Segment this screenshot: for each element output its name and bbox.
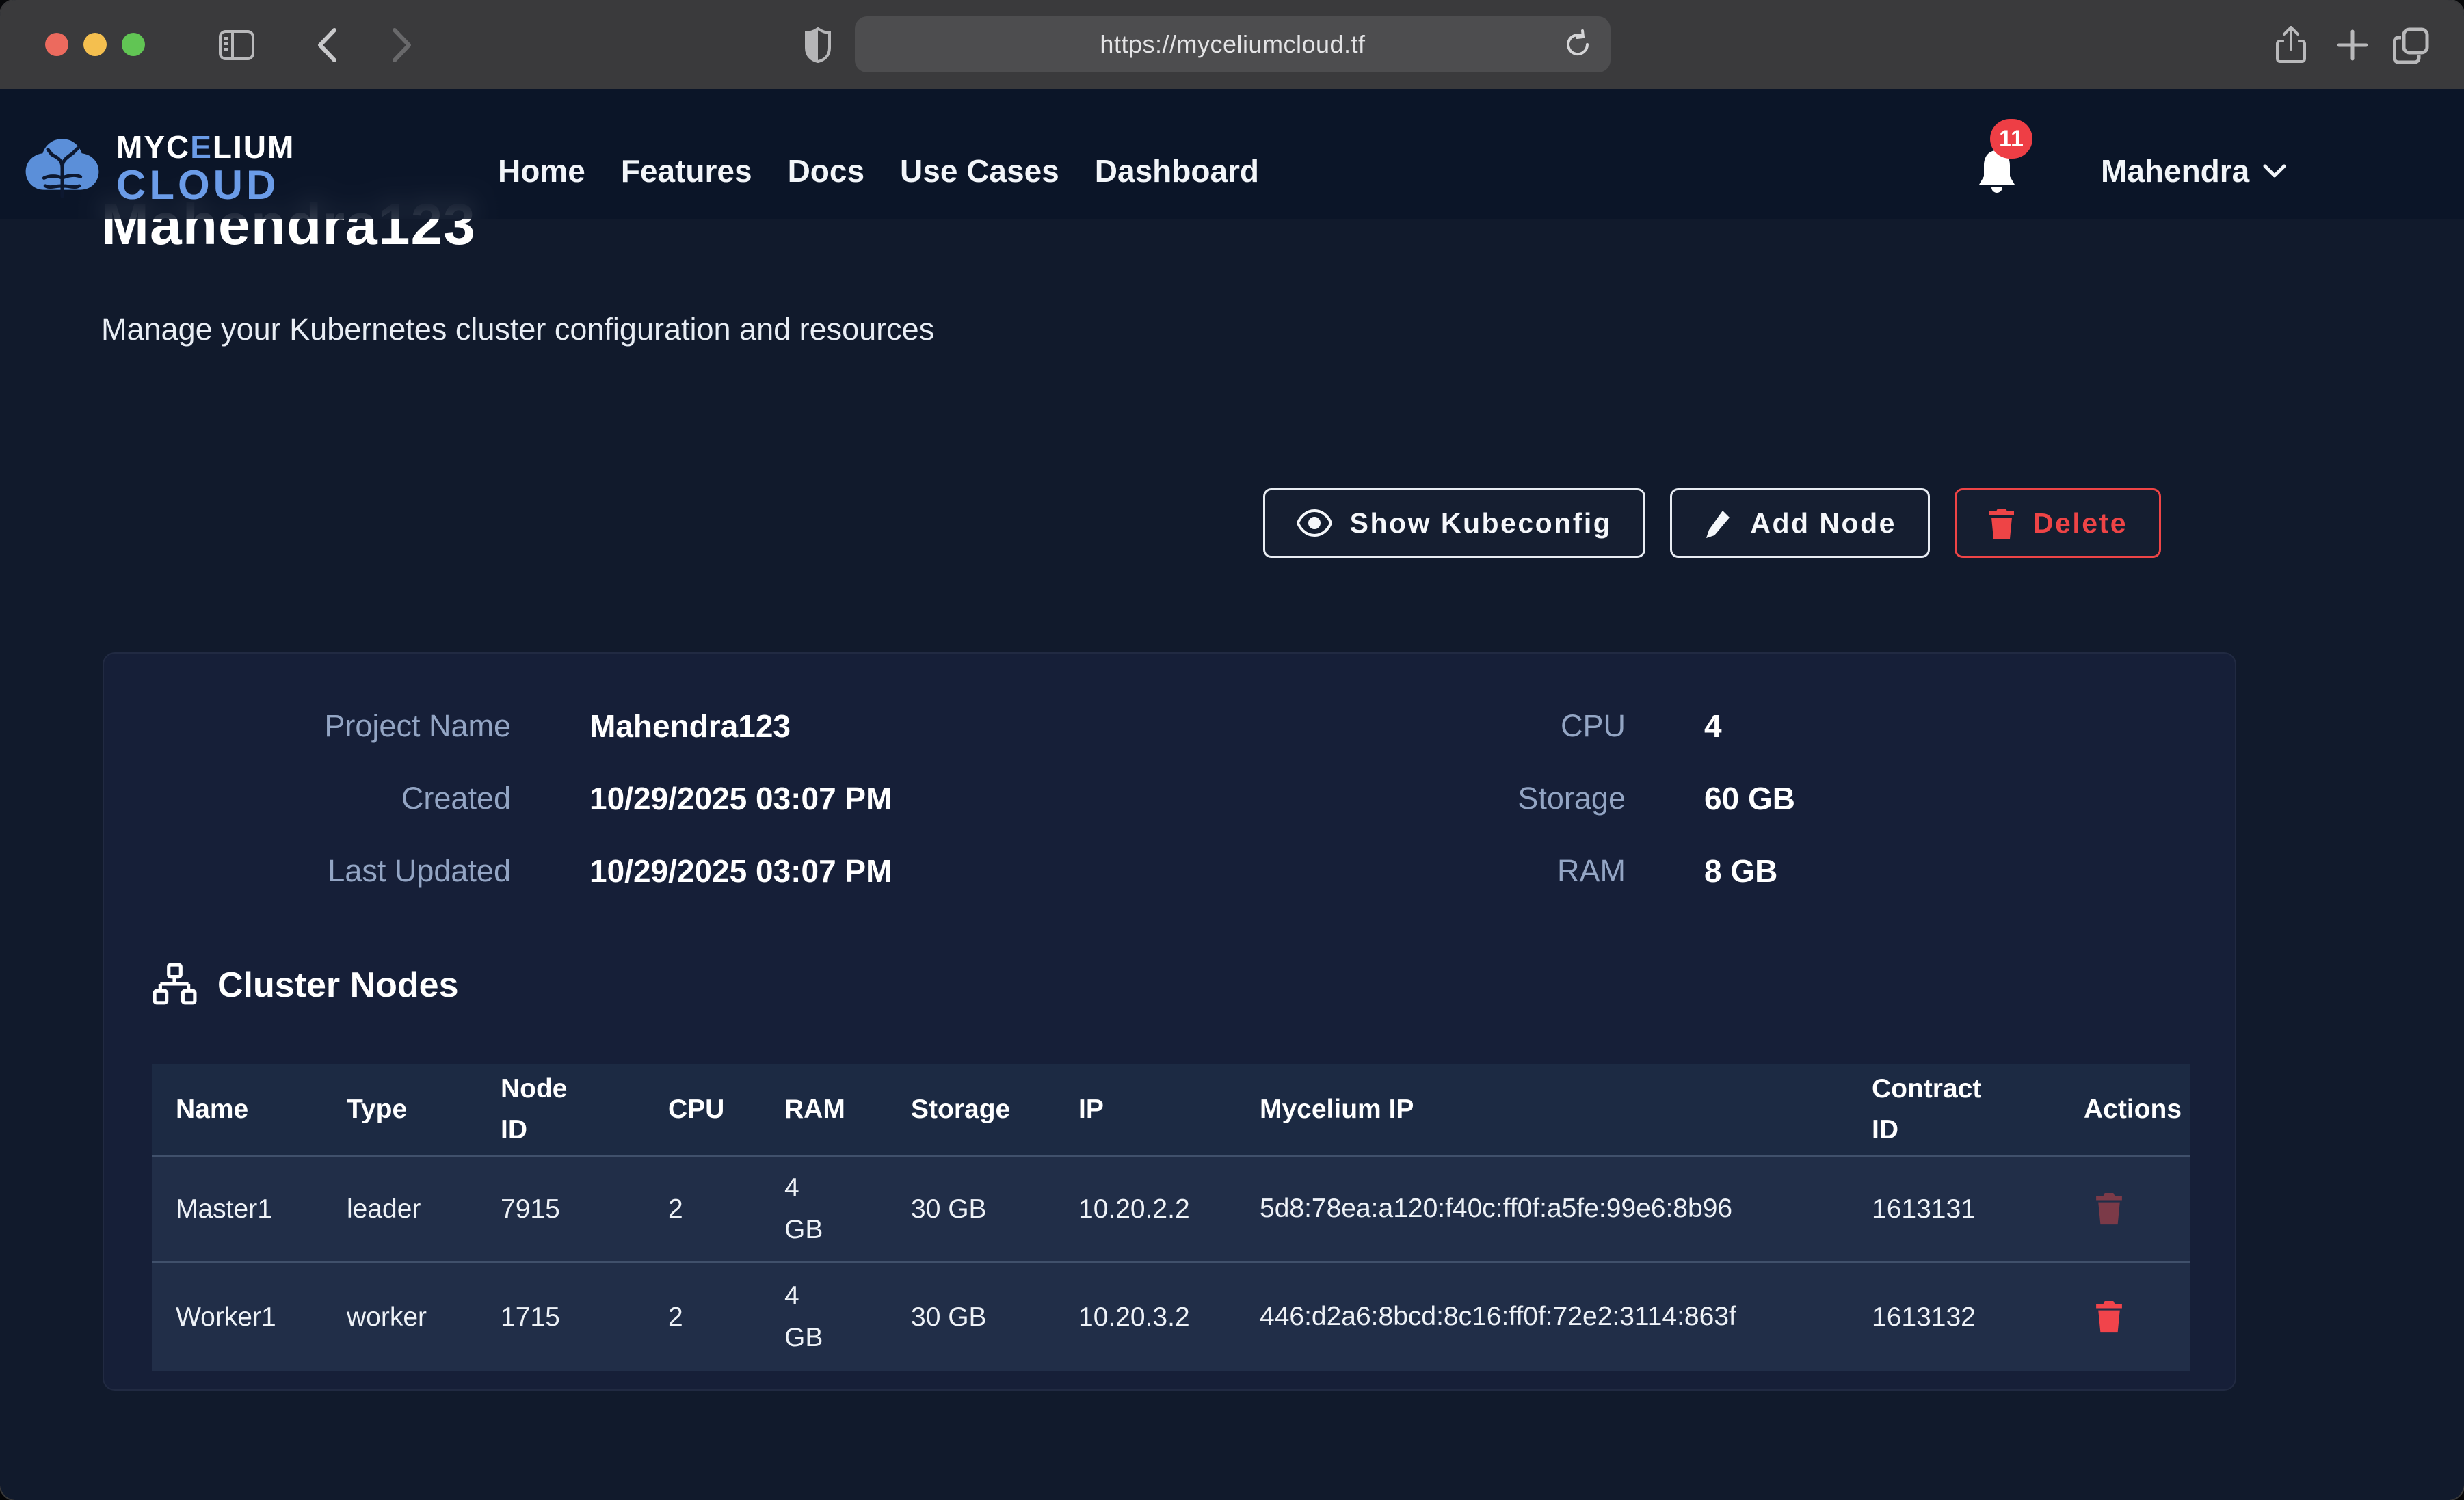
pencil-icon <box>1704 508 1732 538</box>
delete-node-button[interactable] <box>2084 1295 2123 1335</box>
mycelium-cloud-logo-icon <box>21 129 104 212</box>
browser-window: https://myceliumcloud.tf Mah <box>0 0 2464 1500</box>
cell-cpu: 2 <box>644 1262 760 1371</box>
show-kubeconfig-button[interactable]: Show Kubeconfig <box>1263 488 1646 558</box>
cluster-details-card: Project Name Mahendra123 CPU 4 Created 1… <box>103 652 2236 1391</box>
col-header-node-id: Node ID <box>477 1064 644 1156</box>
cell-mycelium-ip: 5d8:78ea:a120:f40c:ff0f:a5fe:99e6:8b96 <box>1236 1156 1848 1262</box>
table-row: Master1 leader 7915 2 4 GB 30 GB 10.20.2… <box>152 1156 2190 1262</box>
brand-line2: CLOUD <box>116 161 295 209</box>
notification-count-badge: 11 <box>1990 119 2032 159</box>
page-body: Mahendra123 MYCELIUM CLOUD Home Features… <box>0 89 2464 1500</box>
project-name-label: Project Name <box>152 706 511 747</box>
ram-label: RAM <box>1270 851 1626 892</box>
col-header-storage: Storage <box>887 1064 1055 1156</box>
cell-actions <box>2060 1262 2190 1371</box>
minimize-window-button[interactable] <box>83 33 107 56</box>
url-text: https://myceliumcloud.tf <box>1100 30 1365 59</box>
col-header-ram: RAM <box>760 1064 887 1156</box>
browser-chrome: https://myceliumcloud.tf <box>0 0 2464 89</box>
brand-text: MYCELIUM CLOUD <box>116 129 295 209</box>
sidebar-toggle-icon[interactable] <box>217 26 256 64</box>
new-tab-icon[interactable] <box>2333 26 2372 64</box>
table-header-row: Name Type Node ID CPU RAM Storage IP Myc… <box>152 1064 2190 1156</box>
cpu-value: 4 <box>1626 706 2173 747</box>
trash-icon <box>2095 1299 2123 1333</box>
share-icon[interactable] <box>2272 26 2310 64</box>
created-label: Created <box>152 778 511 819</box>
privacy-shield-icon[interactable] <box>799 26 837 64</box>
main-nav: Home Features Docs Use Cases Dashboard <box>498 152 1259 190</box>
cell-mycelium-ip: 446:d2a6:8bcd:8c16:ff0f:72e2:3114:863f <box>1236 1262 1848 1371</box>
cell-node-id: 1715 <box>477 1262 644 1371</box>
cluster-nodes-header: Cluster Nodes <box>152 963 459 1008</box>
cluster-nodes-title: Cluster Nodes <box>217 965 459 1006</box>
project-name-value: Mahendra123 <box>511 706 1270 747</box>
cell-contract-id: 1613132 <box>1848 1262 2060 1371</box>
trash-icon <box>2095 1191 2123 1225</box>
storage-value: 60 GB <box>1626 778 2173 819</box>
cell-storage: 30 GB <box>887 1262 1055 1371</box>
zoom-window-button[interactable] <box>122 33 145 56</box>
delete-node-button[interactable] <box>2084 1187 2123 1227</box>
eye-icon <box>1297 509 1332 537</box>
brand-line1: MYCELIUM <box>116 129 295 165</box>
add-node-button[interactable]: Add Node <box>1670 488 1930 558</box>
cell-ip: 10.20.2.2 <box>1055 1156 1236 1262</box>
col-header-actions: Actions <box>2060 1064 2190 1156</box>
col-header-cpu: CPU <box>644 1064 760 1156</box>
cell-type: worker <box>323 1262 477 1371</box>
col-header-mycelium-ip: Mycelium IP <box>1236 1064 1848 1156</box>
cpu-label: CPU <box>1270 706 1626 747</box>
cell-cpu: 2 <box>644 1156 760 1262</box>
address-bar[interactable]: https://myceliumcloud.tf <box>855 16 1611 72</box>
brand-logo[interactable]: MYCELIUM CLOUD <box>21 129 295 212</box>
created-value: 10/29/2025 03:07 PM <box>511 778 1270 819</box>
cell-contract-id: 1613131 <box>1848 1156 2060 1262</box>
cell-ip: 10.20.3.2 <box>1055 1262 1236 1371</box>
col-header-ip: IP <box>1055 1064 1236 1156</box>
nav-link-features[interactable]: Features <box>621 152 752 189</box>
reload-icon[interactable] <box>1560 27 1595 62</box>
cluster-actions: Show Kubeconfig Add Node Delete <box>1263 488 2161 558</box>
cell-name: Master1 <box>152 1156 323 1262</box>
table-row: Worker1 worker 1715 2 4 GB 30 GB 10.20.3… <box>152 1262 2190 1371</box>
storage-label: Storage <box>1270 778 1626 819</box>
project-info-grid: Project Name Mahendra123 CPU 4 Created 1… <box>152 706 2173 892</box>
cell-ram: 4 GB <box>760 1156 887 1262</box>
trash-icon <box>1988 507 2015 539</box>
nav-link-use-cases[interactable]: Use Cases <box>900 152 1059 189</box>
top-navbar: MYCELIUM CLOUD Home Features Docs Use Ca… <box>0 89 2464 219</box>
col-header-contract-id: Contract ID <box>1848 1064 2060 1156</box>
tab-overview-icon[interactable] <box>2392 26 2430 64</box>
last-updated-label: Last Updated <box>152 851 511 892</box>
back-icon[interactable] <box>308 26 346 64</box>
cluster-nodes-table: Name Type Node ID CPU RAM Storage IP Myc… <box>152 1064 2190 1371</box>
cell-name: Worker1 <box>152 1262 323 1371</box>
page-subtitle: Manage your Kubernetes cluster configura… <box>101 312 934 347</box>
chevron-down-icon <box>2263 163 2286 178</box>
nav-link-docs[interactable]: Docs <box>788 152 864 189</box>
nodes-hierarchy-icon <box>152 963 197 1008</box>
forward-icon[interactable] <box>383 26 421 64</box>
close-window-button[interactable] <box>45 33 68 56</box>
nav-link-home[interactable]: Home <box>498 152 585 189</box>
cluster-nodes-table-wrap: Name Type Node ID CPU RAM Storage IP Myc… <box>152 1064 2190 1371</box>
user-name: Mahendra <box>2101 152 2249 189</box>
notifications-button[interactable]: 11 <box>1967 116 2063 212</box>
col-header-type: Type <box>323 1064 477 1156</box>
last-updated-value: 10/29/2025 03:07 PM <box>511 851 1270 892</box>
cell-ram: 4 GB <box>760 1262 887 1371</box>
cell-type: leader <box>323 1156 477 1262</box>
cell-actions <box>2060 1156 2190 1262</box>
ram-value: 8 GB <box>1626 851 2173 892</box>
delete-cluster-button[interactable]: Delete <box>1955 488 2161 558</box>
nav-link-dashboard[interactable]: Dashboard <box>1095 152 1259 189</box>
user-menu[interactable]: Mahendra <box>2101 152 2286 190</box>
cell-storage: 30 GB <box>887 1156 1055 1262</box>
col-header-name: Name <box>152 1064 323 1156</box>
cell-node-id: 7915 <box>477 1156 644 1262</box>
